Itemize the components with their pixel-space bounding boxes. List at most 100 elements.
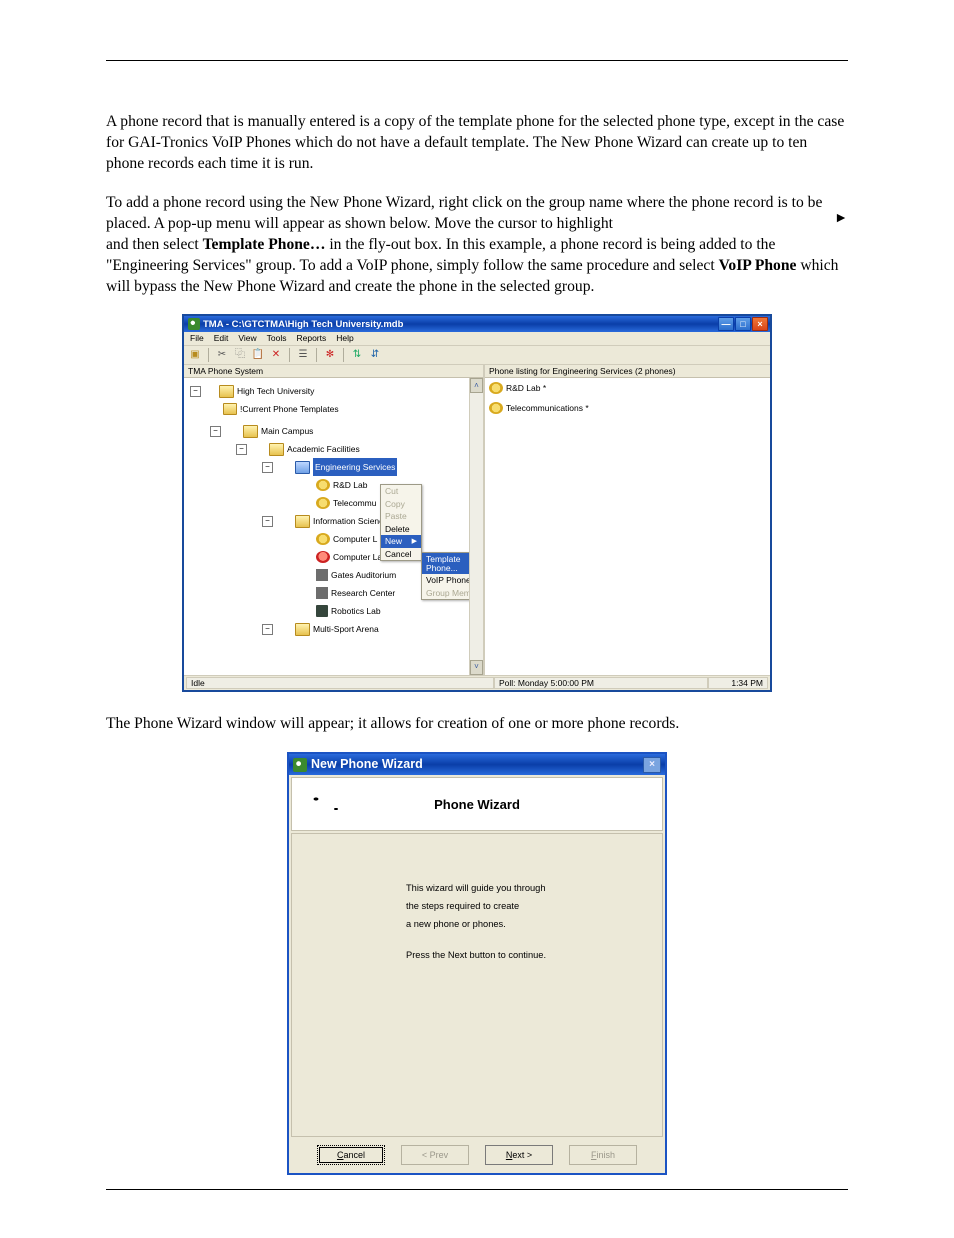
tree-pane-header: TMA Phone System: [184, 365, 483, 379]
tree-acad[interactable]: Academic Facilities: [287, 440, 360, 458]
phone-icon: [489, 402, 503, 414]
menu-tools[interactable]: Tools: [267, 334, 287, 343]
ctx-paste[interactable]: Paste: [381, 510, 421, 523]
wizard-dialog: New Phone Wizard × Phone Wizard This wiz…: [287, 752, 667, 1175]
maximize-button[interactable]: □: [735, 317, 751, 331]
tree-telecom[interactable]: Telecommu: [333, 494, 376, 512]
phone-icon: [316, 479, 330, 491]
building-icon: [316, 569, 328, 581]
tree-root[interactable]: High Tech University: [237, 382, 314, 400]
scroll-up-icon[interactable]: ˄: [470, 378, 483, 393]
menu-help[interactable]: Help: [336, 334, 353, 343]
context-menu: Cut Copy Paste Delete New▶ Cancel: [380, 484, 422, 561]
intro-paragraph-2: To add a phone record using the New Phon…: [106, 192, 848, 297]
p2-bold-template: Template Phone…: [203, 236, 326, 253]
templates-icon: [223, 403, 237, 415]
toolbar: ▣ ✂ ⿻ 📋 ✕ ☰ ✻ ⇅ ⇵: [184, 346, 770, 365]
menu-edit[interactable]: Edit: [214, 334, 229, 343]
expander-icon[interactable]: −: [236, 444, 247, 455]
wizard-titlebar[interactable]: New Phone Wizard ×: [289, 754, 665, 775]
app-icon: [188, 318, 200, 330]
wizard-body: This wizard will guide you through the s…: [291, 833, 663, 1137]
statusbar: Idle Poll: Monday 5:00:00 PM 1:34 PM: [184, 675, 770, 691]
cut-icon[interactable]: ✂: [215, 348, 229, 362]
wizard-heading: Phone Wizard: [292, 796, 662, 814]
right-arrow-glyph: ►: [834, 210, 848, 229]
wizard-text-line: a new phone or phones.: [406, 916, 662, 934]
folder-icon: [295, 461, 310, 474]
p2-seg-a: To add a phone record using the New Phon…: [106, 194, 822, 232]
tree-complab-a[interactable]: Computer L: [333, 530, 377, 548]
menu-file[interactable]: File: [190, 334, 204, 343]
ctx-copy[interactable]: Copy: [381, 498, 421, 511]
folder-icon: [295, 623, 310, 636]
intro-paragraph-1: A phone record that is manually entered …: [106, 111, 848, 174]
wizard-text-line: Press the Next button to continue.: [406, 947, 662, 965]
ctx-new[interactable]: New▶: [381, 535, 421, 548]
expander-icon[interactable]: −: [262, 624, 273, 635]
status-time: 1:34 PM: [708, 677, 768, 690]
cancel-button[interactable]: Cancel: [317, 1145, 385, 1165]
menu-reports[interactable]: Reports: [296, 334, 326, 343]
close-button[interactable]: ×: [752, 317, 768, 331]
lab-icon: [316, 605, 328, 617]
folder-icon: [219, 385, 234, 398]
tree-pane: TMA Phone System − High Tech University !…: [184, 365, 485, 675]
phone-icon: [489, 382, 503, 394]
folder-icon: [269, 443, 284, 456]
sort-desc-icon[interactable]: ⇵: [368, 348, 382, 362]
list-item[interactable]: Telecommunications *: [506, 404, 589, 413]
sort-asc-icon[interactable]: ⇅: [350, 348, 364, 362]
p2-bold-voip: VoIP Phone: [719, 257, 797, 274]
finish-button[interactable]: Finish: [569, 1145, 637, 1165]
refresh-icon[interactable]: ✻: [323, 348, 337, 362]
phone-icon: [316, 497, 330, 509]
tree-campus[interactable]: Main Campus: [261, 422, 313, 440]
tma-title-text: TMA - C:\GTCTMA\High Tech University.mdb: [203, 320, 403, 330]
props-icon[interactable]: ☰: [296, 348, 310, 362]
tree-engineering[interactable]: Engineering Services: [313, 458, 397, 476]
menubar[interactable]: File Edit View Tools Reports Help: [184, 332, 770, 346]
ctx-delete[interactable]: Delete: [381, 523, 421, 536]
header-rule: [106, 60, 848, 61]
open-icon[interactable]: ▣: [188, 348, 202, 362]
tree-gates[interactable]: Gates Auditorium: [331, 566, 396, 584]
tma-titlebar[interactable]: TMA - C:\GTCTMA\High Tech University.mdb…: [184, 316, 770, 332]
expander-icon[interactable]: −: [262, 516, 273, 527]
minimize-button[interactable]: —: [718, 317, 734, 331]
ctx-cancel[interactable]: Cancel: [381, 548, 421, 561]
wizard-button-row: Cancel < Prev Next > Finish: [289, 1139, 665, 1173]
paste-icon[interactable]: 📋: [251, 348, 265, 362]
expander-icon[interactable]: −: [262, 462, 273, 473]
folder-icon: [243, 425, 258, 438]
expander-icon[interactable]: −: [210, 426, 221, 437]
tree-research[interactable]: Research Center: [331, 584, 395, 602]
tree-arena[interactable]: Multi-Sport Arena: [313, 620, 379, 638]
footer-rule: [106, 1189, 848, 1190]
scrollbar[interactable]: ˄ ˅: [469, 378, 483, 675]
tree-infosci[interactable]: Information Science: [313, 512, 388, 530]
copy-icon[interactable]: ⿻: [233, 348, 247, 362]
status-poll: Poll: Monday 5:00:00 PM: [494, 677, 708, 690]
menu-view[interactable]: View: [238, 334, 256, 343]
next-button[interactable]: Next >: [485, 1145, 553, 1165]
delete-icon[interactable]: ✕: [269, 348, 283, 362]
expander-icon[interactable]: −: [190, 386, 201, 397]
listing-pane: Phone listing for Engineering Services (…: [485, 365, 770, 675]
list-item[interactable]: R&D Lab *: [506, 384, 546, 393]
prev-button[interactable]: < Prev: [401, 1145, 469, 1165]
tree-robotics[interactable]: Robotics Lab: [331, 602, 381, 620]
tree-rdlab[interactable]: R&D Lab: [333, 476, 368, 494]
folder-icon: [295, 515, 310, 528]
phone-icon: [316, 551, 330, 563]
p2-seg-b: and then select: [106, 236, 203, 253]
close-button[interactable]: ×: [643, 757, 661, 773]
listing-header: Phone listing for Engineering Services (…: [485, 365, 770, 379]
ctx-cut[interactable]: Cut: [381, 485, 421, 498]
intro-paragraph-3: The Phone Wizard window will appear; it …: [106, 713, 848, 734]
tma-window: TMA - C:\GTCTMA\High Tech University.mdb…: [183, 315, 771, 691]
scroll-down-icon[interactable]: ˅: [470, 660, 483, 675]
tree-templates[interactable]: !Current Phone Templates: [240, 400, 339, 418]
wizard-text-line: This wizard will guide you through: [406, 880, 662, 898]
wizard-title-text: New Phone Wizard: [311, 756, 423, 773]
